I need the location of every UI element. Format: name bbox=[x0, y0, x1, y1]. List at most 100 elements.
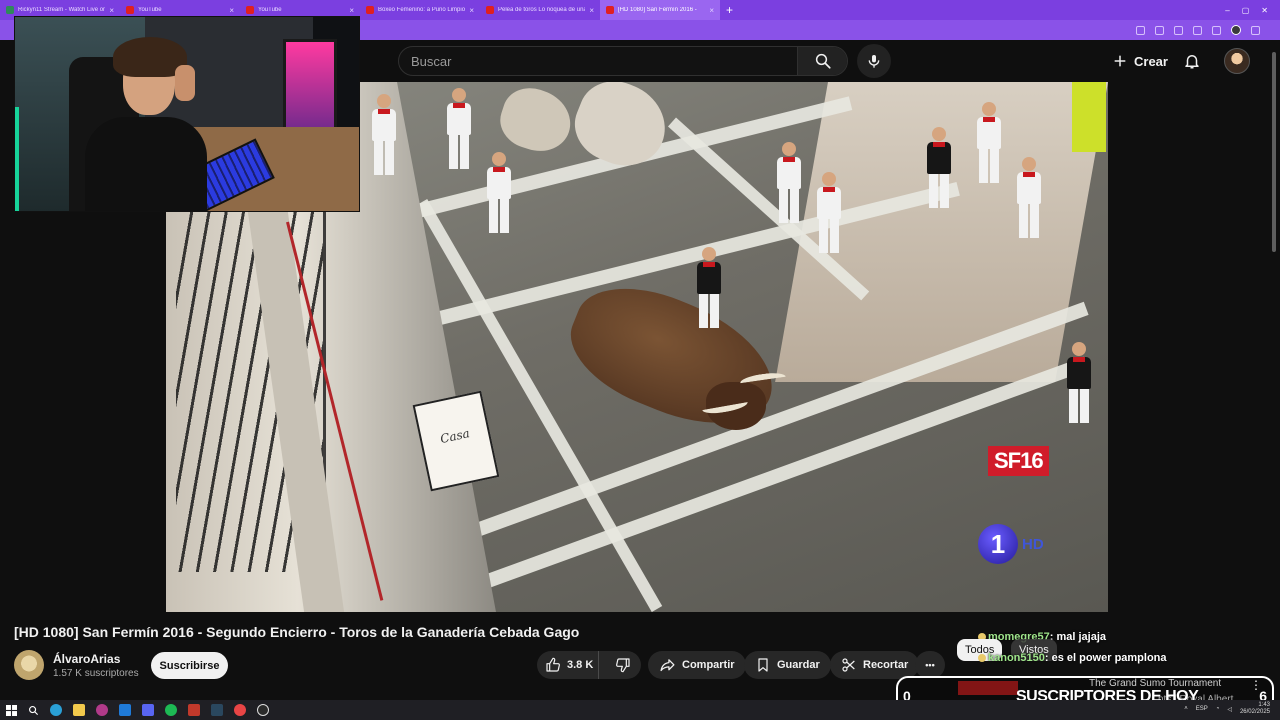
windows-start-icon[interactable] bbox=[6, 704, 17, 716]
page-scrollbar[interactable] bbox=[1270, 40, 1278, 680]
webcam-overlay bbox=[14, 16, 360, 212]
video-title: [HD 1080] San Fermín 2016 - Segundo Enci… bbox=[14, 624, 580, 640]
dislike-button[interactable] bbox=[605, 651, 641, 679]
search-input[interactable] bbox=[399, 47, 797, 75]
browser-tab[interactable]: Pelea de toros Lo noquea de una × bbox=[480, 0, 600, 20]
bookmark-icon bbox=[758, 658, 768, 672]
close-tab-icon[interactable]: × bbox=[229, 6, 234, 15]
file-explorer-icon[interactable] bbox=[73, 704, 85, 716]
edge-browser-icon[interactable] bbox=[50, 704, 62, 716]
voice-search-button[interactable] bbox=[857, 44, 891, 78]
browser-tab[interactable]: Boxeo Femenino: a Puño Limpio × bbox=[360, 0, 480, 20]
wifi-icon[interactable]: ◔ bbox=[1216, 706, 1220, 712]
bookmark-star-icon[interactable] bbox=[1174, 25, 1183, 35]
clock[interactable]: 1:43 26/02/2025 bbox=[1240, 702, 1270, 716]
chat-username: kanon5150 bbox=[988, 652, 1045, 664]
youtube-favicon-icon bbox=[606, 6, 614, 14]
browser-tab-active[interactable]: [HD 1080] San Fermín 2016 - × bbox=[600, 0, 720, 20]
scrollbar-thumb[interactable] bbox=[1272, 52, 1276, 252]
sf16-logo: SF16 bbox=[988, 446, 1049, 476]
video-runner bbox=[926, 127, 952, 208]
close-window-icon[interactable]: ✕ bbox=[1261, 6, 1268, 15]
account-avatar[interactable] bbox=[1224, 48, 1250, 74]
window-controls: – ▢ ✕ bbox=[1225, 0, 1280, 20]
cam-led-strip bbox=[15, 107, 75, 211]
maximize-icon[interactable]: ▢ bbox=[1242, 6, 1250, 15]
opera-browser-icon[interactable] bbox=[96, 704, 108, 716]
bell-icon bbox=[1185, 55, 1199, 69]
tab-label: Pelea de toros Lo noquea de una bbox=[498, 7, 586, 13]
discord-icon[interactable] bbox=[142, 704, 154, 716]
app-icon[interactable] bbox=[234, 704, 246, 716]
notifications-button[interactable] bbox=[1180, 49, 1204, 73]
edge-app-icon[interactable] bbox=[119, 704, 131, 716]
clock-date: 26/02/2025 bbox=[1239, 709, 1270, 716]
video-runner bbox=[371, 94, 397, 175]
translate-icon[interactable] bbox=[1155, 25, 1164, 35]
channel-avatar[interactable] bbox=[14, 650, 44, 680]
close-tab-icon[interactable]: × bbox=[109, 6, 114, 15]
sync-icon[interactable] bbox=[1193, 25, 1202, 35]
share-label: Compartir bbox=[682, 659, 735, 671]
search-icon[interactable] bbox=[28, 705, 39, 716]
puzzle-icon[interactable] bbox=[1212, 25, 1221, 35]
extension-icon[interactable] bbox=[1136, 25, 1145, 35]
tab-label: Boxeo Femenino: a Puño Limpio bbox=[378, 7, 466, 13]
thumbs-down-icon bbox=[616, 658, 630, 673]
menu-dots-icon[interactable] bbox=[1251, 25, 1260, 35]
video-runner bbox=[486, 152, 512, 233]
sign-text: Casa bbox=[439, 426, 471, 447]
steam-icon[interactable] bbox=[211, 704, 223, 716]
profile-avatar[interactable] bbox=[1231, 25, 1241, 35]
search-button[interactable] bbox=[797, 47, 847, 75]
more-actions-button[interactable]: ••• bbox=[915, 651, 945, 679]
video-runner bbox=[776, 142, 802, 223]
channel-subscriber-count: 1.57 K suscriptores bbox=[53, 668, 139, 679]
close-tab-icon[interactable]: × bbox=[589, 6, 594, 15]
video-runner bbox=[1016, 157, 1042, 238]
app-icon[interactable] bbox=[188, 704, 200, 716]
subscribe-button[interactable]: Suscribirse bbox=[151, 652, 228, 679]
new-tab-button[interactable]: + bbox=[720, 3, 739, 17]
search-icon bbox=[815, 53, 831, 69]
minimize-icon[interactable]: – bbox=[1225, 6, 1229, 15]
clock-time: 1:43 bbox=[1258, 702, 1270, 708]
close-tab-icon[interactable]: × bbox=[709, 6, 714, 15]
clip-button[interactable]: Recortar bbox=[830, 651, 920, 679]
thumbs-up-icon bbox=[546, 657, 560, 672]
plus-icon bbox=[1114, 55, 1126, 67]
tab-favicon-icon bbox=[6, 6, 14, 14]
royal-albert-hall-logo bbox=[958, 681, 1018, 695]
chat-text: : es el power pamplona bbox=[1044, 652, 1167, 664]
like-count: 3.8 K bbox=[567, 659, 594, 671]
spotify-icon[interactable] bbox=[165, 704, 177, 716]
like-button[interactable]: 3.8 K bbox=[537, 651, 599, 679]
youtube-favicon-icon bbox=[126, 6, 134, 14]
tve-1hd-logo: 1 HD bbox=[978, 524, 1044, 564]
share-button[interactable]: Compartir bbox=[648, 651, 746, 679]
system-tray: ˄ ESP ◔ ◁ 1:43 26/02/2025 bbox=[1184, 702, 1270, 716]
language-indicator[interactable]: ESP bbox=[1196, 706, 1208, 712]
volume-icon[interactable]: ◁ bbox=[1227, 706, 1232, 713]
create-button[interactable]: Crear bbox=[1104, 46, 1182, 76]
save-button[interactable]: Guardar bbox=[744, 651, 831, 679]
video-green-sign bbox=[1072, 82, 1106, 152]
tab-label: YouTube bbox=[138, 7, 162, 13]
windows-taskbar: ˄ ESP ◔ ◁ 1:43 26/02/2025 bbox=[0, 700, 1280, 720]
scissors-icon bbox=[842, 658, 855, 672]
channel-name[interactable]: ÁlvaroArias bbox=[53, 652, 120, 666]
chat-text: : mal jajaja bbox=[1049, 631, 1107, 643]
tab-label: [HD 1080] San Fermín 2016 - bbox=[618, 7, 697, 13]
search-box bbox=[398, 46, 848, 76]
tve-number: 1 bbox=[978, 524, 1018, 564]
youtube-favicon-icon bbox=[246, 6, 254, 14]
close-tab-icon[interactable]: × bbox=[469, 6, 474, 15]
cam-streamer-body bbox=[85, 117, 207, 211]
cam-streamer-hand bbox=[175, 65, 195, 101]
video-runner bbox=[1066, 342, 1092, 423]
chevron-up-icon[interactable]: ˄ bbox=[1184, 706, 1188, 712]
save-label: Guardar bbox=[777, 659, 820, 671]
close-tab-icon[interactable]: × bbox=[349, 6, 354, 15]
video-runner bbox=[816, 172, 842, 253]
obs-icon[interactable] bbox=[257, 704, 269, 716]
